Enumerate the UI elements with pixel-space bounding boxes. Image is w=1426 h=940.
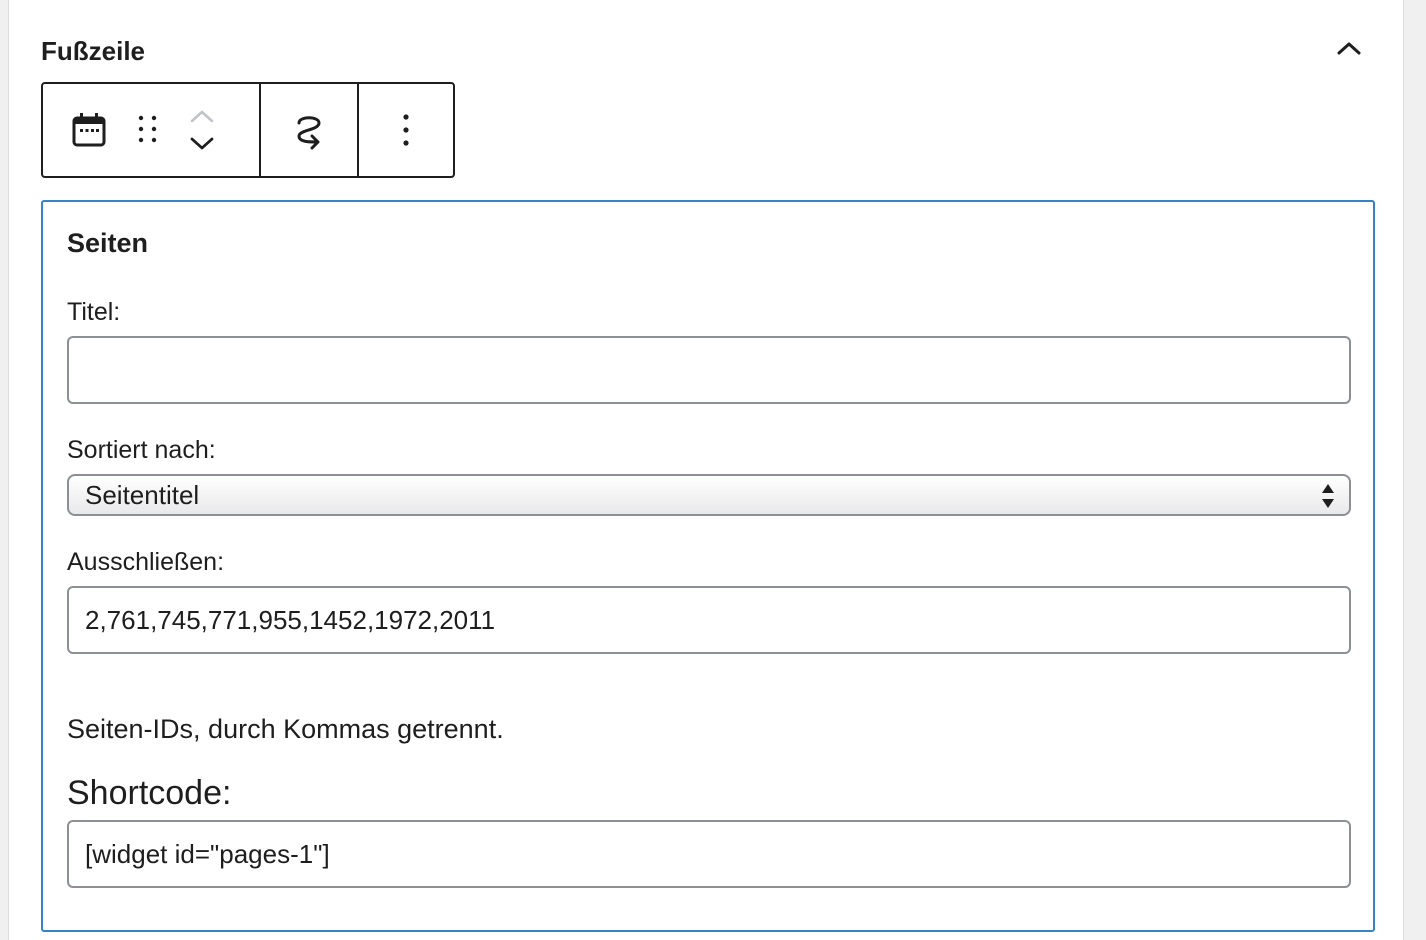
calendar-icon[interactable] [71,111,107,149]
pages-widget-form: Seiten Titel: Sortiert nach: Seitentitel… [41,200,1375,932]
shortcode-label: Shortcode: [67,774,232,812]
block-mover [189,109,215,151]
sort-select[interactable]: Seitentitel [67,474,1351,516]
more-vertical-icon[interactable] [401,113,411,147]
transform-loop-icon[interactable] [289,110,329,150]
block-toolbar-group-options [357,84,453,176]
move-up-button[interactable] [189,109,215,123]
shortcode-input[interactable] [67,820,1351,888]
collapse-toggle-button[interactable] [1333,34,1365,66]
panel-title: Fußzeile [41,36,146,66]
chevron-down-icon [190,137,214,150]
widget-area-panel: Fußzeile Seiten Titel: Sortiert nach: Se… [8,0,1404,940]
move-down-button[interactable] [189,137,215,151]
exclude-label: Ausschließen: [67,548,225,576]
title-label: Titel: [67,298,121,326]
select-arrows-icon [1321,482,1335,510]
widget-title: Seiten [67,228,149,258]
title-input[interactable] [67,336,1351,404]
exclude-input[interactable] [67,586,1351,654]
block-toolbar-group-main [43,84,259,176]
chevron-up-icon [1336,40,1362,61]
sort-select-value: Seitentitel [85,479,200,510]
block-toolbar [41,82,455,178]
sort-label: Sortiert nach: [67,436,216,464]
exclude-help-text: Seiten-IDs, durch Kommas getrennt. [67,714,504,744]
block-toolbar-group-transform [259,84,357,176]
chevron-up-icon [190,110,214,123]
drag-handle-icon[interactable] [137,114,159,146]
